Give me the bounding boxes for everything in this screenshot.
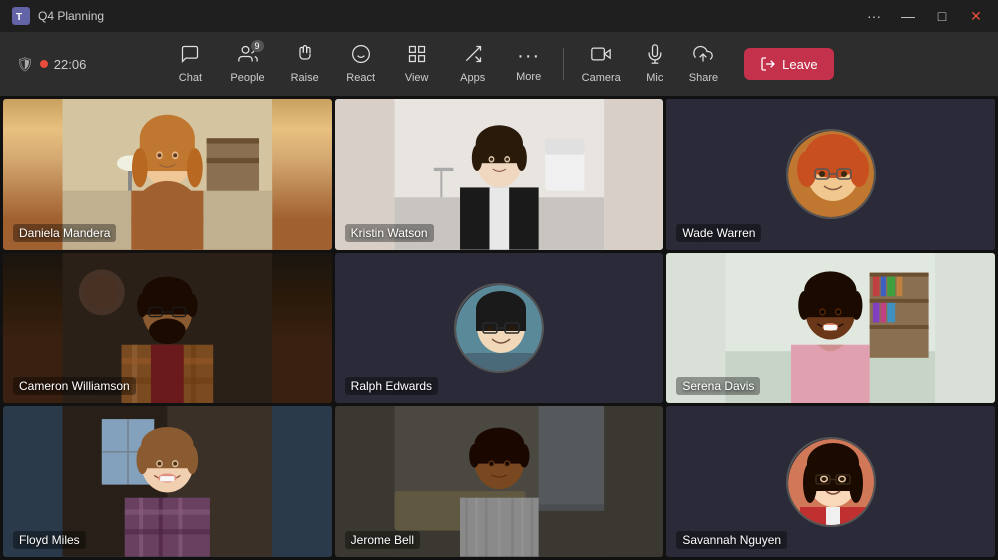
participant-name-cameron: Cameron Williamson bbox=[13, 377, 136, 395]
participant-name-kristin: Kristin Watson bbox=[345, 224, 434, 242]
share-icon bbox=[693, 44, 713, 69]
view-button[interactable]: View bbox=[391, 38, 443, 90]
mic-icon bbox=[645, 44, 665, 69]
call-timer: 22:06 bbox=[54, 57, 87, 72]
people-button[interactable]: 9 People bbox=[220, 38, 274, 90]
video-cell-floyd[interactable]: Floyd Miles bbox=[3, 406, 332, 557]
close-button[interactable]: ✕ bbox=[966, 8, 986, 25]
camera-button[interactable]: Camera bbox=[572, 38, 631, 90]
people-label: People bbox=[230, 72, 264, 84]
teams-logo-icon: T bbox=[12, 7, 30, 25]
video-cell-savannah[interactable]: Savannah Nguyen bbox=[666, 406, 995, 557]
apps-icon bbox=[463, 44, 483, 69]
video-cell-wade[interactable]: Wade Warren bbox=[666, 99, 995, 250]
people-icon: 9 bbox=[238, 44, 258, 69]
video-cell-kristin[interactable]: Kristin Watson bbox=[335, 99, 664, 250]
maximize-button[interactable]: □ bbox=[932, 8, 952, 24]
share-label: Share bbox=[689, 72, 718, 84]
wade-avatar bbox=[788, 131, 876, 219]
view-label: View bbox=[405, 72, 429, 84]
video-cell-serena[interactable]: Serena Davis bbox=[666, 253, 995, 404]
video-cell-cameron[interactable]: Cameron Williamson bbox=[3, 253, 332, 404]
leave-button[interactable]: Leave bbox=[744, 48, 833, 80]
react-button[interactable]: React bbox=[335, 38, 387, 90]
ralph-avatar bbox=[456, 285, 544, 373]
recording-indicator bbox=[40, 60, 48, 68]
mic-button[interactable]: Mic bbox=[635, 38, 675, 90]
svg-text:T: T bbox=[16, 12, 22, 23]
mic-label: Mic bbox=[646, 72, 663, 84]
react-icon bbox=[351, 44, 371, 69]
participant-name-savannah: Savannah Nguyen bbox=[676, 531, 787, 549]
chat-button[interactable]: Chat bbox=[164, 38, 216, 90]
title-bar-controls: ··· — □ ✕ bbox=[864, 8, 986, 25]
title-bar-left: T Q4 Planning bbox=[12, 7, 104, 25]
participant-name-daniela: Daniela Mandera bbox=[13, 224, 116, 242]
savannah-avatar bbox=[788, 439, 876, 527]
chat-icon bbox=[180, 44, 200, 69]
more-button[interactable]: ··· More bbox=[503, 39, 555, 89]
react-label: React bbox=[346, 72, 375, 84]
app-title: Q4 Planning bbox=[38, 9, 104, 23]
share-button[interactable]: Share bbox=[679, 38, 728, 90]
raise-icon bbox=[295, 44, 315, 69]
participant-name-floyd: Floyd Miles bbox=[13, 531, 86, 549]
participant-name-jerome: Jerome Bell bbox=[345, 531, 420, 549]
participant-name-wade: Wade Warren bbox=[676, 224, 761, 242]
raise-button[interactable]: Raise bbox=[279, 38, 331, 90]
minimize-button[interactable]: — bbox=[898, 8, 918, 24]
timer-area: 🛡 22:06 bbox=[16, 56, 86, 73]
participant-name-ralph: Ralph Edwards bbox=[345, 377, 438, 395]
more-icon: ··· bbox=[517, 45, 540, 68]
security-icon: 🛡 bbox=[16, 56, 34, 73]
video-cell-jerome[interactable]: Jerome Bell bbox=[335, 406, 664, 557]
leave-icon bbox=[760, 56, 776, 72]
video-grid: Daniela Mandera bbox=[0, 96, 998, 560]
apps-button[interactable]: Apps bbox=[447, 38, 499, 90]
apps-label: Apps bbox=[460, 72, 485, 84]
participant-name-serena: Serena Davis bbox=[676, 377, 760, 395]
title-bar: T Q4 Planning ··· — □ ✕ bbox=[0, 0, 998, 32]
raise-label: Raise bbox=[291, 72, 319, 84]
toolbar: 🛡 22:06 Chat 9 People bbox=[0, 32, 998, 96]
leave-label: Leave bbox=[782, 57, 817, 72]
toolbar-divider bbox=[563, 48, 564, 80]
camera-label: Camera bbox=[582, 72, 621, 84]
video-cell-ralph[interactable]: Ralph Edwards bbox=[335, 253, 664, 404]
chat-label: Chat bbox=[179, 72, 202, 84]
view-icon bbox=[407, 44, 427, 69]
video-cell-daniela[interactable]: Daniela Mandera bbox=[3, 99, 332, 250]
people-count-badge: 9 bbox=[251, 40, 264, 52]
more-options-button[interactable]: ··· bbox=[864, 8, 884, 24]
more-label: More bbox=[516, 71, 541, 83]
camera-icon bbox=[590, 44, 612, 69]
